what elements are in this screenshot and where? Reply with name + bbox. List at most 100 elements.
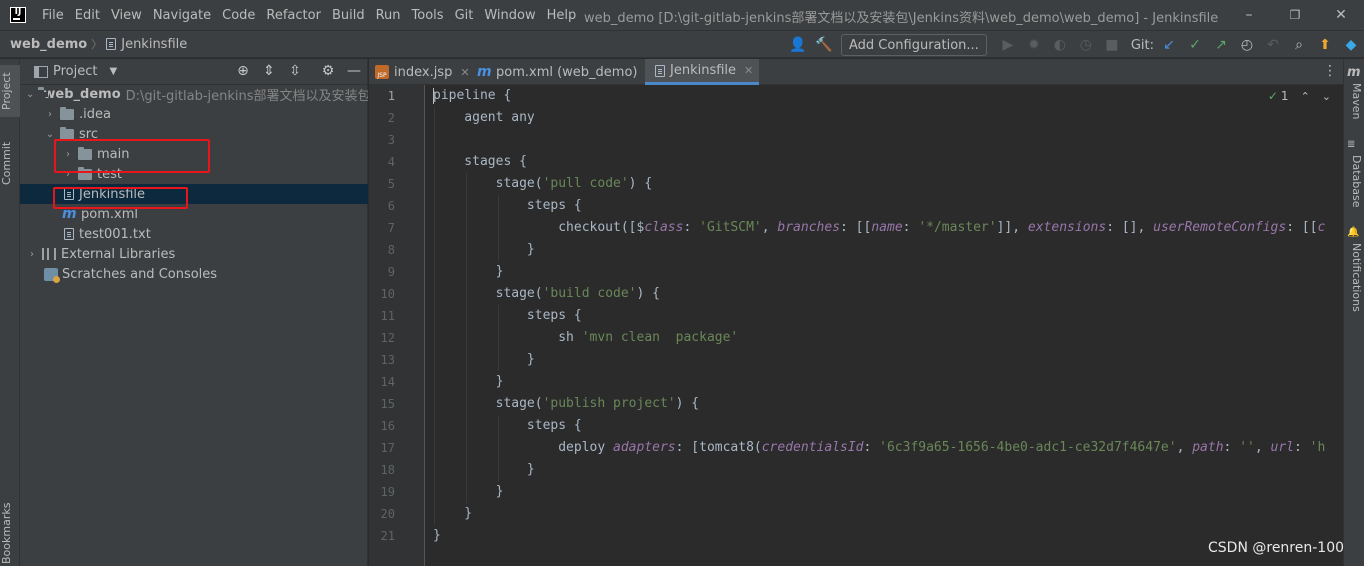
- code-token: branches: [777, 220, 841, 235]
- tree-item-test[interactable]: › test: [20, 164, 368, 184]
- tab-pom-xml[interactable]: m pom.xml (web_demo) ✕: [477, 59, 661, 85]
- code-token: :: [863, 440, 880, 455]
- jetbrains-logo-icon[interactable]: ◆: [1341, 35, 1361, 55]
- notification-bell-icon: 🔔: [1347, 227, 1360, 238]
- code-token: path: [1192, 440, 1224, 455]
- menu-help[interactable]: Help: [547, 8, 577, 23]
- database-tool-tab[interactable]: Database: [1347, 155, 1363, 208]
- tree-item-idea[interactable]: › .idea: [20, 104, 368, 124]
- tab-index-jsp[interactable]: JSP index.jsp ✕: [375, 59, 476, 85]
- code-line: sh 'mvn clean package': [433, 327, 738, 349]
- menu-build[interactable]: Build: [332, 8, 365, 23]
- hide-panel-icon[interactable]: —: [345, 62, 363, 80]
- tree-item-scratches[interactable]: Scratches and Consoles: [20, 264, 368, 284]
- editor-tab-bar: JSP index.jsp ✕ m pom.xml (web_demo) ✕ J…: [369, 59, 1343, 85]
- tree-item-test001[interactable]: test001.txt: [20, 224, 368, 244]
- gear-icon[interactable]: ⚙: [319, 62, 337, 80]
- inspection-widget[interactable]: ✓ 1 ⌃ ⌄: [1268, 89, 1331, 103]
- tree-item-src[interactable]: ⌄ src: [20, 124, 368, 144]
- line-number: 4: [387, 155, 395, 169]
- profile-icon[interactable]: ◷: [1076, 35, 1096, 55]
- locate-file-icon[interactable]: ⊕: [234, 62, 252, 80]
- menu-code[interactable]: Code: [222, 8, 255, 23]
- line-number: 20: [380, 507, 395, 521]
- tree-item-main[interactable]: › main: [20, 144, 368, 164]
- menu-edit[interactable]: Edit: [75, 8, 100, 23]
- chevron-right-icon[interactable]: ›: [44, 109, 56, 120]
- code-token: }: [433, 374, 504, 389]
- code-token: 'build code': [542, 286, 637, 301]
- menu-view[interactable]: View: [111, 8, 142, 23]
- chevron-down-icon[interactable]: ⌄: [44, 129, 56, 140]
- menu-git[interactable]: Git: [455, 8, 474, 23]
- code-line: deploy adapters: [tomcat8(credentialsId:…: [433, 437, 1325, 459]
- close-button[interactable]: ✕: [1330, 4, 1352, 26]
- left-tool-strip: Project Commit Bookmarks: [0, 59, 20, 566]
- tree-item-pom[interactable]: m pom.xml: [20, 204, 368, 224]
- notifications-tool-tab[interactable]: Notifications: [1347, 243, 1363, 312]
- project-tool-tab[interactable]: Project: [0, 65, 20, 117]
- menu-file[interactable]: File: [42, 8, 64, 23]
- code-line: agent any: [433, 107, 534, 129]
- menu-refactor[interactable]: Refactor: [266, 8, 321, 23]
- project-panel-title[interactable]: Project: [53, 64, 97, 79]
- git-commit-icon[interactable]: ✓: [1185, 35, 1205, 55]
- code-line: }: [433, 459, 535, 481]
- breadcrumb-file[interactable]: Jenkinsfile: [121, 37, 187, 52]
- menu-tools[interactable]: Tools: [412, 8, 444, 23]
- close-icon[interactable]: ✕: [744, 64, 753, 77]
- code-token: :: [1293, 440, 1310, 455]
- maven-tool-tab[interactable]: Maven: [1347, 83, 1363, 119]
- bookmarks-tool-tab[interactable]: Bookmarks: [0, 501, 20, 565]
- watermark: CSDN @renren-100: [1208, 540, 1345, 556]
- text-file-icon: [64, 228, 74, 240]
- code-line: steps {: [433, 415, 582, 437]
- git-history-icon[interactable]: ◴: [1237, 35, 1257, 55]
- code-token: adapters: [613, 440, 676, 455]
- breadcrumb-project[interactable]: web_demo: [10, 37, 87, 52]
- code-editor[interactable]: 1 2 3 4 5 6 7 8 9 10 11 12 13 14 15 16 1…: [369, 85, 1343, 566]
- chevron-down-icon[interactable]: ⌄: [26, 89, 34, 100]
- code-token: : [],: [1106, 220, 1154, 235]
- search-icon[interactable]: ⌕: [1289, 35, 1309, 55]
- coverage-icon[interactable]: ◐: [1050, 35, 1070, 55]
- tree-item-jenkinsfile[interactable]: Jenkinsfile: [20, 184, 368, 204]
- git-rollback-icon[interactable]: ↶: [1263, 35, 1283, 55]
- expand-all-icon[interactable]: ⇕: [260, 62, 278, 80]
- more-tabs-icon[interactable]: ⋮: [1323, 63, 1337, 79]
- menu-run[interactable]: Run: [376, 8, 401, 23]
- tree-item-root[interactable]: ⌄ web_demo D:\git-gitlab-jenkins部署文档以及安装…: [20, 84, 368, 104]
- collapse-all-icon[interactable]: ⇳: [286, 62, 304, 80]
- stop-icon[interactable]: ■: [1102, 35, 1122, 55]
- git-push-icon[interactable]: ↗: [1211, 35, 1231, 55]
- code-token: ) {: [636, 286, 660, 301]
- intellij-logo-icon[interactable]: IJ: [10, 7, 26, 23]
- git-update-icon[interactable]: ↙: [1159, 35, 1179, 55]
- tree-root-path: D:\git-gitlab-jenkins部署文档以及安装包\Jenkins资料…: [125, 88, 368, 104]
- chevron-right-icon[interactable]: ›: [62, 169, 74, 180]
- close-icon[interactable]: ✕: [460, 66, 469, 79]
- chevron-up-icon[interactable]: ⌃: [1301, 90, 1310, 103]
- update-icon[interactable]: ⬆: [1315, 35, 1335, 55]
- menu-navigate[interactable]: Navigate: [153, 8, 211, 23]
- tree-item-external-libraries[interactable]: › External Libraries: [20, 244, 368, 264]
- tab-jenkinsfile[interactable]: Jenkinsfile ✕: [645, 59, 760, 85]
- minimize-button[interactable]: –: [1238, 4, 1260, 26]
- project-panel: Project ▼ ⊕ ⇕ ⇳ ⚙ — ⌄ web_demo D:\git-gi…: [20, 59, 368, 566]
- chevron-right-icon[interactable]: ›: [62, 149, 74, 160]
- run-icon[interactable]: ▶: [998, 35, 1018, 55]
- menu-window[interactable]: Window: [484, 8, 535, 23]
- commit-tool-tab[interactable]: Commit: [0, 137, 20, 189]
- debug-icon[interactable]: ✹: [1024, 35, 1044, 55]
- user-icon[interactable]: 👤: [788, 35, 808, 55]
- code-token: stage(: [433, 286, 543, 301]
- project-panel-header: Project ▼ ⊕ ⇕ ⇳ ⚙ —: [20, 59, 367, 85]
- git-label: Git:: [1130, 37, 1154, 53]
- build-hammer-icon[interactable]: 🔨: [814, 35, 834, 55]
- chevron-down-icon[interactable]: ⌄: [1322, 90, 1331, 103]
- maximize-button[interactable]: ❐: [1284, 4, 1306, 26]
- chevron-right-icon[interactable]: ›: [26, 249, 38, 260]
- code-line: }: [433, 481, 504, 503]
- project-view-dropdown[interactable]: ▼: [109, 66, 117, 77]
- add-configuration-button[interactable]: Add Configuration...: [840, 34, 987, 56]
